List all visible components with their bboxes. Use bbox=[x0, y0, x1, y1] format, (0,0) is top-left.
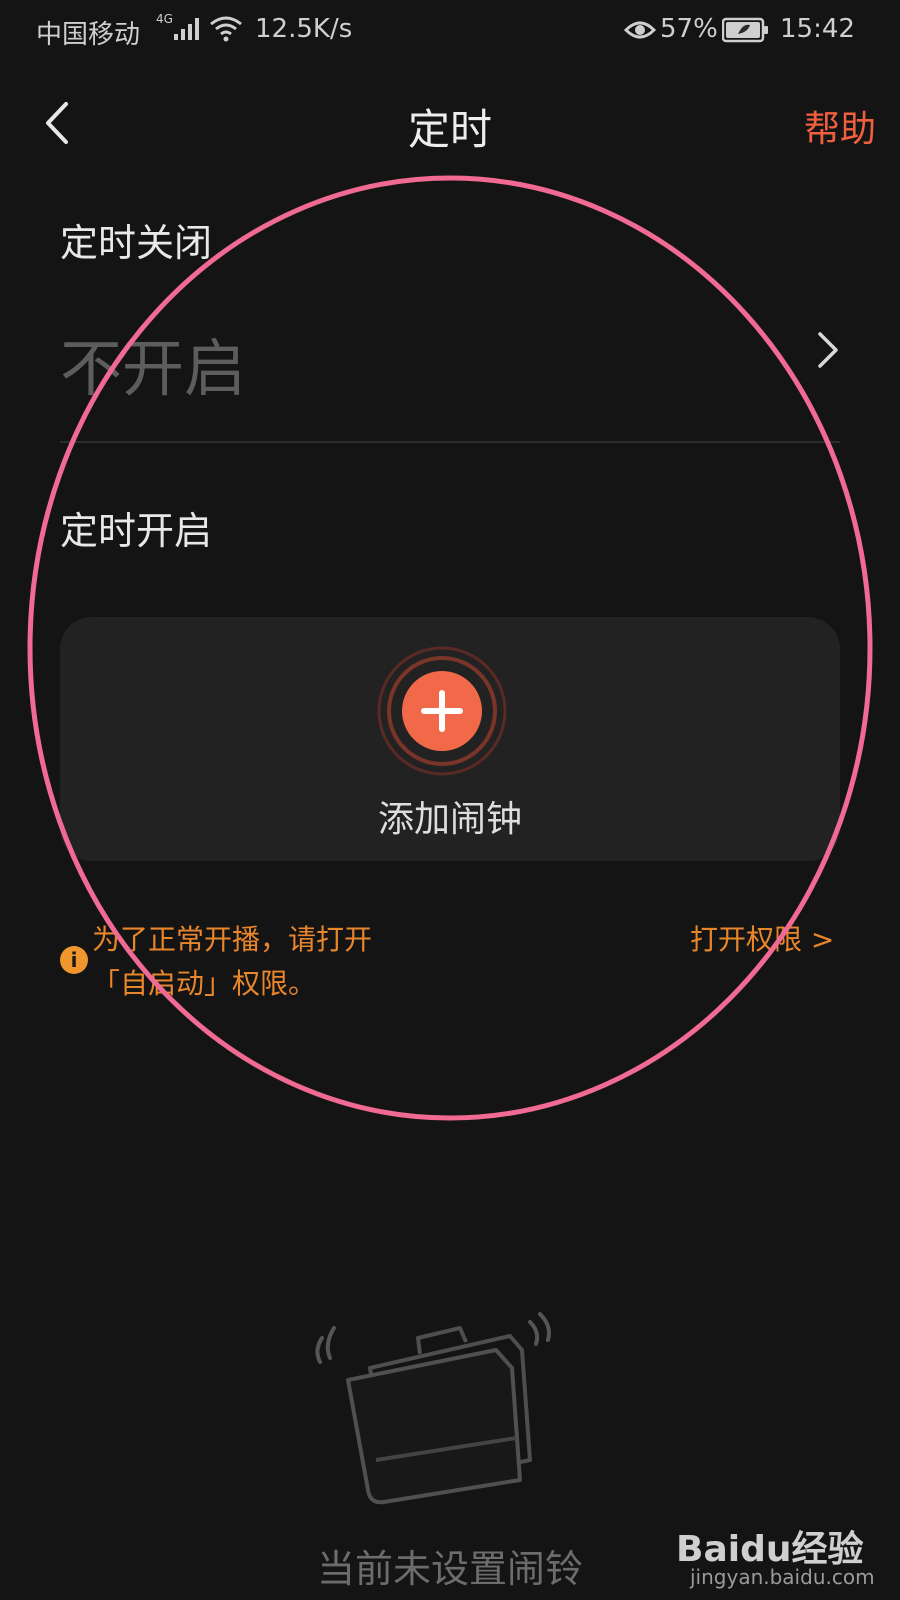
carrier-label: 中国移动 bbox=[36, 20, 141, 50]
page-title: 定时 bbox=[407, 105, 492, 154]
timer-off-row[interactable]: 不开启 bbox=[40, 300, 860, 410]
empty-folder-icon bbox=[315, 1312, 551, 1505]
add-alarm-button[interactable] bbox=[376, 645, 508, 777]
divider bbox=[60, 441, 840, 443]
clock: 15:42 bbox=[780, 14, 855, 44]
add-alarm-label: 添加闹钟 bbox=[377, 799, 522, 840]
network-speed: 12.5K/s bbox=[255, 14, 353, 44]
info-icon: i bbox=[60, 946, 88, 974]
wifi-icon bbox=[210, 16, 242, 42]
autostart-notice: 为了正常开播，请打开 「自启动」权限。 bbox=[92, 918, 372, 1006]
eye-comfort-icon bbox=[624, 21, 656, 39]
status-bar: 中国移动 4G 12.5K/s 57% 15:42 bbox=[0, 0, 900, 62]
open-permission-link[interactable]: 打开权限 > bbox=[690, 918, 834, 958]
timer-on-label: 定时开启 bbox=[60, 509, 213, 553]
help-button[interactable]: 帮助 bbox=[804, 100, 876, 152]
notice-line-2: 「自启动」权限。 bbox=[92, 967, 317, 1000]
chevron-right-icon bbox=[818, 332, 838, 368]
network-type-label: 4G bbox=[156, 12, 173, 26]
battery-percent: 57% bbox=[660, 14, 718, 44]
watermark-url: jingyan.baidu.com bbox=[690, 1565, 875, 1589]
signal-icon bbox=[174, 18, 199, 40]
timer-off-label: 定时关闭 bbox=[60, 221, 213, 265]
battery-icon bbox=[722, 17, 768, 43]
notice-line-1: 为了正常开播，请打开 bbox=[92, 923, 373, 956]
timer-off-value: 不开启 bbox=[60, 332, 247, 405]
